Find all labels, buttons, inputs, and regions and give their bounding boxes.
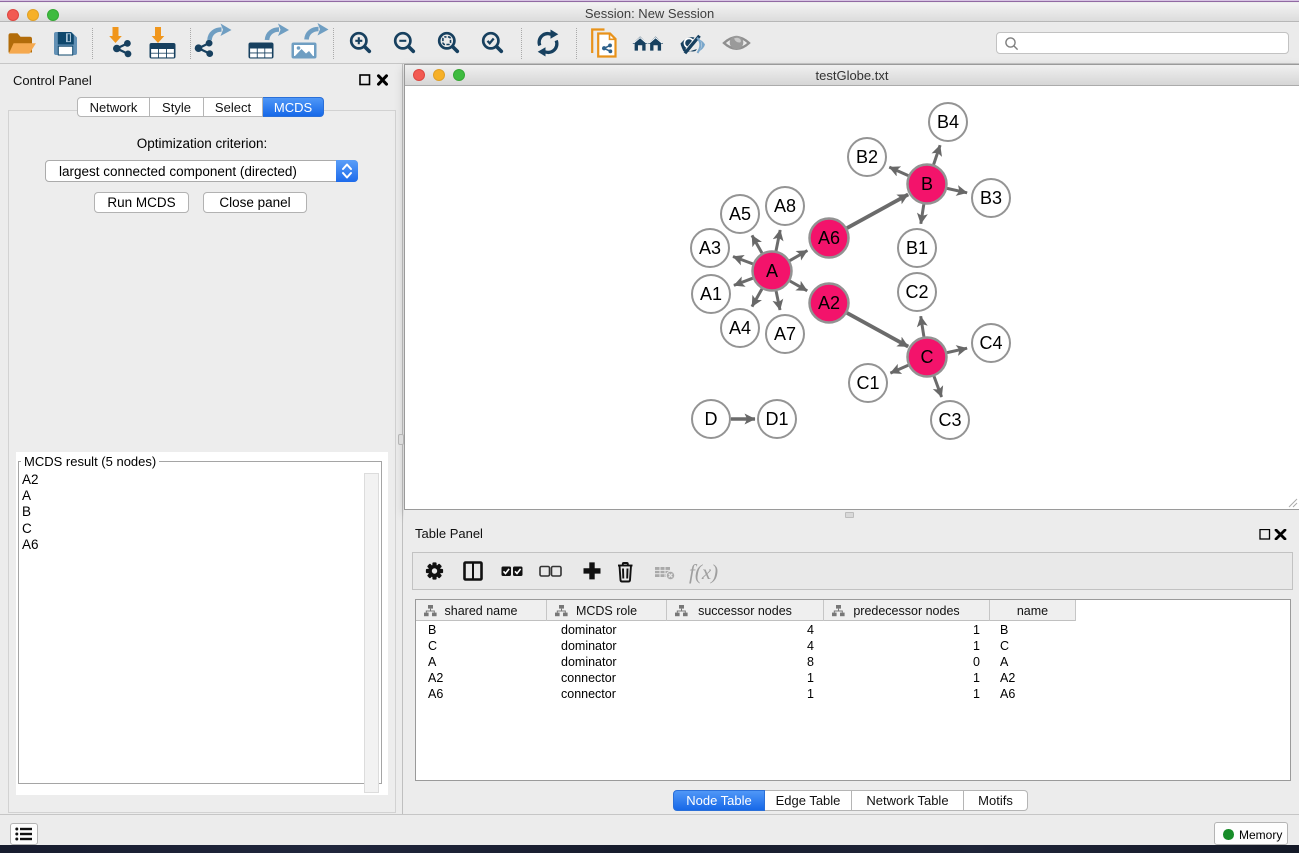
svg-text:B3: B3 [980,188,1002,208]
svg-text:A8: A8 [774,196,796,216]
svg-text:A4: A4 [729,318,751,338]
svg-text:A7: A7 [774,324,796,344]
svg-text:B: B [921,174,933,194]
svg-text:C3: C3 [938,410,961,430]
svg-text:B4: B4 [937,112,959,132]
svg-text:f(x): f(x) [689,560,718,584]
svg-text:A3: A3 [699,238,721,258]
svg-text:B2: B2 [856,147,878,167]
svg-text:A2: A2 [818,293,840,313]
svg-text:C2: C2 [905,282,928,302]
svg-text:D1: D1 [765,409,788,429]
svg-text:C: C [921,347,934,367]
svg-text:B1: B1 [906,238,928,258]
svg-text:A: A [766,261,778,281]
svg-text:A1: A1 [700,284,722,304]
svg-text:A5: A5 [729,204,751,224]
svg-text:A6: A6 [818,228,840,248]
svg-text:C1: C1 [856,373,879,393]
svg-text:D: D [705,409,718,429]
svg-text:C4: C4 [979,333,1002,353]
